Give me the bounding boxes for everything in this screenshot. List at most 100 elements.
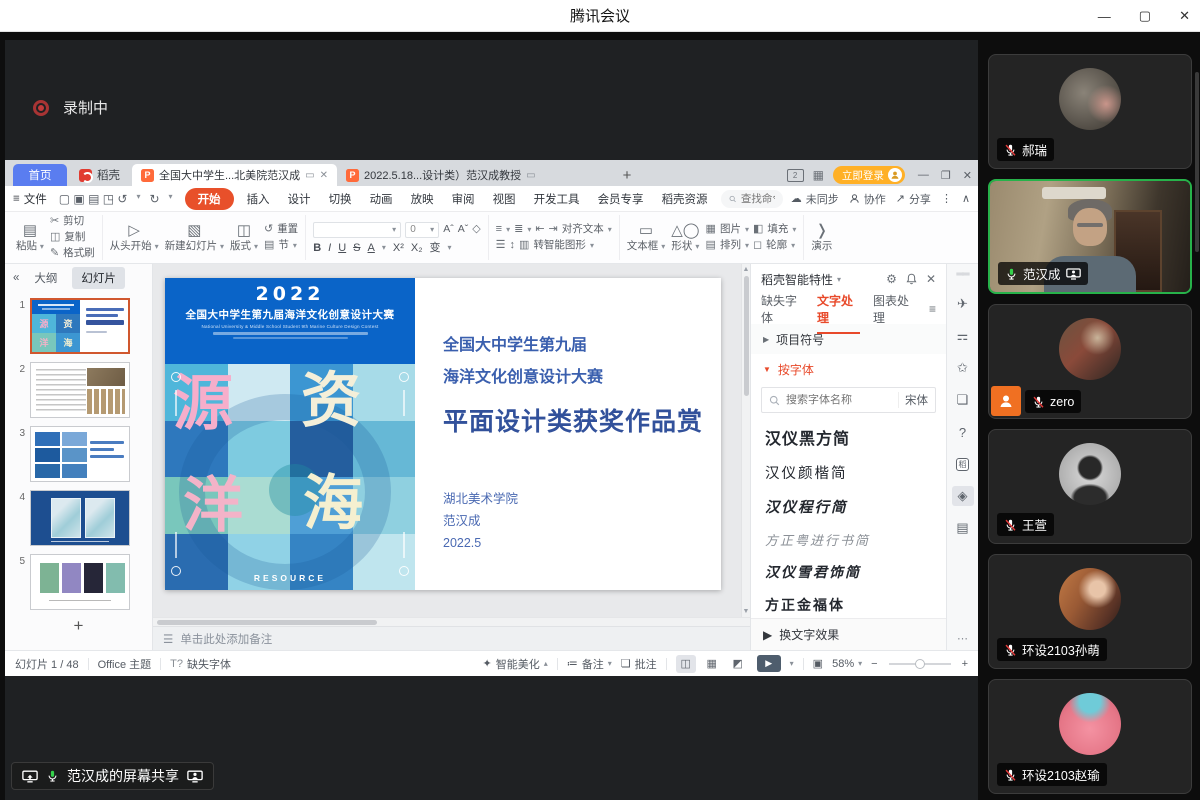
- tab-document-2[interactable]: P 2022.5.18...设计类）范汉成教授 ▭: [337, 164, 545, 186]
- menu-docer-resource[interactable]: 稻壳资源: [657, 189, 713, 209]
- screen-share-banner[interactable]: 范汉成的屏幕共享: [11, 762, 214, 790]
- participant-tile-sunmeng[interactable]: 环设2103孙萌: [988, 554, 1192, 669]
- docer-panel-icon[interactable]: 稻: [952, 454, 974, 474]
- favorites-icon[interactable]: ✩: [952, 358, 974, 378]
- gear-icon[interactable]: ⚙: [886, 272, 897, 286]
- menu-review[interactable]: 审阅: [447, 189, 480, 209]
- wps-restore-icon[interactable]: ❐: [941, 169, 951, 182]
- subscript-button[interactable]: X₂: [411, 243, 423, 254]
- file-menu[interactable]: ≡ 文件: [13, 191, 47, 207]
- quick-access-toolbar[interactable]: ▢ ▣ ▤ ◳ ↺▾ ↻ ▾: [59, 192, 173, 206]
- font-item[interactable]: 方正金福体: [765, 595, 932, 615]
- comments-button[interactable]: ❏ 批注: [621, 656, 657, 672]
- grow-font-button[interactable]: Aˆ: [443, 224, 454, 235]
- zoom-in-icon[interactable]: +: [962, 658, 968, 670]
- slide-thumbnail-3[interactable]: [30, 426, 130, 482]
- bold-button[interactable]: B: [313, 243, 321, 254]
- superscript-button[interactable]: X²: [393, 243, 404, 254]
- tab-outline[interactable]: 大纲: [25, 267, 66, 289]
- tab-layout-icon[interactable]: 2: [787, 169, 804, 182]
- reading-view-icon[interactable]: ◩: [728, 655, 748, 673]
- menu-design[interactable]: 设计: [283, 189, 316, 209]
- maximize-icon[interactable]: ▢: [1139, 8, 1151, 24]
- line-spacing-icon[interactable]: ↕: [510, 240, 516, 251]
- zoom-level[interactable]: 58% ▾: [832, 658, 862, 670]
- from-start-button[interactable]: ▷从头开始 ▾: [110, 223, 159, 252]
- slide-thumbnail-2[interactable]: [30, 362, 130, 418]
- beautify-button[interactable]: ✦ 智能美化 ▴: [483, 656, 548, 672]
- notes-bar[interactable]: ☰ 单击此处添加备注: [153, 626, 750, 650]
- cut-button[interactable]: ✂剪切: [50, 216, 95, 227]
- participant-tile-haorui[interactable]: 郝瑞: [988, 54, 1192, 169]
- horizontal-scrollbar[interactable]: [153, 617, 750, 626]
- layout-button[interactable]: ◫版式 ▾: [230, 223, 258, 252]
- new-tab-button[interactable]: +: [615, 164, 640, 186]
- close-icon[interactable]: ✕: [1179, 8, 1190, 24]
- current-slide[interactable]: 2022 全国大中学生第九届海洋文化创意设计大赛 National Univer…: [165, 278, 721, 590]
- slide-thumbnail-row[interactable]: 3: [5, 422, 152, 486]
- fit-slide-icon[interactable]: ▣: [813, 657, 823, 670]
- font-color-button[interactable]: A: [368, 243, 375, 254]
- section-button[interactable]: ▤节 ▾: [264, 240, 298, 251]
- bell-icon[interactable]: [906, 273, 917, 285]
- shapes-button[interactable]: △◯形状 ▾: [671, 223, 699, 252]
- minimize-icon[interactable]: —: [1098, 9, 1111, 24]
- menu-slideshow[interactable]: 放映: [406, 189, 439, 209]
- notes-button[interactable]: ≔ 备注 ▾: [567, 656, 612, 672]
- slide-thumbnail-row[interactable]: 2: [5, 358, 152, 422]
- number-list-button[interactable]: ≣: [514, 224, 523, 235]
- font-item[interactable]: 方正粤进行书简: [765, 530, 932, 549]
- command-search[interactable]: [721, 190, 783, 208]
- more-icon[interactable]: ⋮: [941, 192, 952, 205]
- reset-button[interactable]: ↺重置: [264, 224, 298, 235]
- to-smartart-button[interactable]: 转智能图形: [533, 240, 586, 251]
- participants-scrollbar[interactable]: [1195, 72, 1199, 252]
- char-effect-button[interactable]: 变: [429, 243, 440, 254]
- indent-button[interactable]: ⇥: [549, 224, 558, 235]
- add-slide-button[interactable]: +: [5, 614, 152, 638]
- participant-tile-zero[interactable]: zero: [988, 304, 1192, 419]
- menu-animation[interactable]: 动画: [365, 189, 398, 209]
- help-icon[interactable]: ?: [952, 422, 974, 442]
- drag-handle-icon[interactable]: ══: [956, 269, 968, 280]
- slide-thumbnail-4[interactable]: [30, 490, 130, 546]
- tab-document-active[interactable]: P 全国大中学生...北美院范汉成 ▭ ✕: [132, 164, 337, 186]
- smart-features-icon[interactable]: ◈: [952, 486, 974, 506]
- participant-tile-fanhancheng[interactable]: 范汉成: [988, 179, 1192, 294]
- arrange-button[interactable]: 排列: [720, 240, 741, 251]
- copy-button[interactable]: ◫复制: [50, 232, 95, 243]
- more-tools-icon[interactable]: ⋯: [957, 632, 968, 645]
- theme-name[interactable]: Office 主题: [98, 656, 152, 672]
- taskpane-menu-icon[interactable]: ≡: [929, 302, 936, 316]
- participant-tile-zhaoyu[interactable]: 环设2103赵瑜: [988, 679, 1192, 794]
- present-button[interactable]: ❭演示: [811, 223, 832, 252]
- zoom-out-icon[interactable]: −: [871, 658, 877, 670]
- collapse-ribbon-icon[interactable]: ∧: [962, 192, 970, 205]
- columns-icon[interactable]: ▥: [519, 240, 529, 251]
- tab-slides[interactable]: 幻灯片: [72, 267, 125, 289]
- picture-button[interactable]: 图片: [720, 224, 741, 235]
- textbox-button[interactable]: ▭文本框 ▾: [627, 223, 665, 252]
- italic-button[interactable]: I: [328, 243, 331, 254]
- align-text-button[interactable]: 对齐文本: [562, 224, 604, 235]
- normal-view-icon[interactable]: ◫: [676, 655, 696, 673]
- collapse-panel-icon[interactable]: «: [13, 272, 19, 284]
- properties-icon[interactable]: ⚎: [952, 326, 974, 346]
- font-size-select[interactable]: 0▾: [405, 222, 439, 238]
- copy-panel-icon[interactable]: ❏: [952, 390, 974, 410]
- slide-thumbnail-row[interactable]: 4: [5, 486, 152, 550]
- font-filter[interactable]: 宋体: [898, 392, 928, 408]
- collaborate-button[interactable]: 协作: [849, 191, 886, 207]
- menu-insert[interactable]: 插入: [242, 189, 275, 209]
- reference-icon[interactable]: ▤: [952, 518, 974, 538]
- slide-thumbnail-5[interactable]: [30, 554, 130, 610]
- section-by-font[interactable]: ▼按字体: [751, 354, 946, 384]
- menu-view[interactable]: 视图: [488, 189, 521, 209]
- quick-tools-icon[interactable]: ✈: [952, 294, 974, 314]
- share-button[interactable]: ↗ 分享: [896, 191, 931, 207]
- close-tab-icon[interactable]: ✕: [320, 170, 328, 181]
- fill-button[interactable]: 填充: [767, 224, 788, 235]
- slide-thumbnail-row[interactable]: 5: [5, 550, 152, 614]
- font-family-select[interactable]: ▾: [313, 222, 401, 238]
- command-search-input[interactable]: [741, 193, 775, 205]
